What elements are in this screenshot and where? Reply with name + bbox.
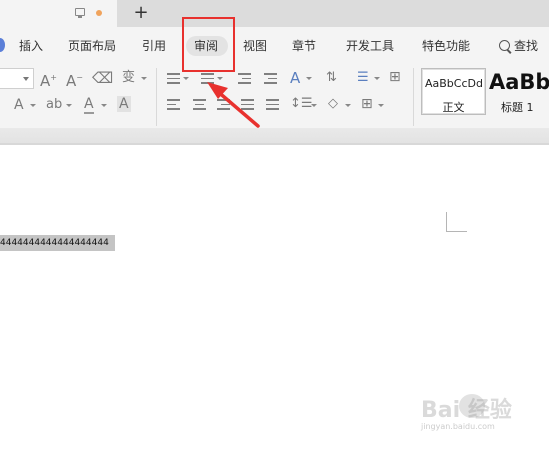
bullet-list-icon[interactable]	[167, 73, 180, 84]
menu-special[interactable]: 特色功能	[422, 38, 470, 54]
chevron-down-icon[interactable]	[183, 77, 189, 80]
chevron-down-icon[interactable]	[30, 104, 36, 107]
chevron-down-icon[interactable]	[374, 77, 380, 80]
chevron-down-icon[interactable]	[311, 104, 317, 107]
menu-developer[interactable]: 开发工具	[346, 38, 394, 54]
title-bar: +	[0, 0, 549, 27]
ribbon-divider	[413, 68, 414, 126]
sort-icon[interactable]: ⇅	[326, 70, 337, 86]
align-left-icon[interactable]	[167, 99, 180, 110]
align-center-icon[interactable]	[193, 99, 206, 110]
shading-fill-icon[interactable]: ◇	[328, 96, 338, 112]
menu-view[interactable]: 视图	[243, 38, 267, 54]
watermark-text: Bai 经验	[421, 398, 512, 423]
document-tab[interactable]	[0, 0, 117, 27]
justify-icon[interactable]	[241, 99, 254, 110]
style-heading1-label: 标题 1	[501, 101, 534, 114]
watermark-url: jingyan.baidu.com	[421, 422, 495, 431]
shrink-font-icon[interactable]: A−	[66, 70, 83, 89]
borders-icon[interactable]: ⊞	[361, 96, 373, 112]
search-icon[interactable]	[499, 40, 510, 51]
ribbon-bottom-shadow	[0, 128, 549, 145]
style-heading1[interactable]: AaBb 标题 1	[487, 68, 549, 115]
paragraph-settings-icon[interactable]: ☰	[357, 70, 369, 86]
selected-text[interactable]: 4444444444444444444	[0, 235, 115, 251]
chevron-down-icon[interactable]	[217, 77, 223, 80]
page-margin-mark	[446, 212, 467, 232]
new-tab-button[interactable]: +	[131, 2, 151, 24]
highlight-color-icon[interactable]: ab	[46, 97, 62, 113]
annotation-highlight-box	[182, 17, 235, 72]
style-normal-sample: AaBbCcDd	[425, 77, 483, 90]
chevron-down-icon[interactable]	[66, 104, 72, 107]
ribbon-divider	[156, 68, 157, 126]
grow-font-icon[interactable]: A+	[40, 70, 57, 89]
menu-search[interactable]: 查找	[514, 38, 538, 54]
numbered-list-icon[interactable]	[201, 73, 214, 84]
menu-section[interactable]: 章节	[292, 38, 316, 54]
font-color-icon[interactable]: A	[84, 96, 94, 114]
style-normal[interactable]: AaBbCcDd 正文	[421, 68, 486, 115]
increase-indent-icon[interactable]	[264, 73, 277, 84]
chevron-down-icon[interactable]	[345, 104, 351, 107]
watermark-logo: Bai 经验 jingyan.baidu.com	[421, 392, 549, 442]
clear-format-icon[interactable]: ⌫	[92, 70, 113, 86]
menu-page-layout[interactable]: 页面布局	[68, 38, 116, 54]
table-grid-icon[interactable]: ⊞	[389, 69, 401, 85]
char-shading-icon[interactable]: A	[117, 96, 131, 112]
chevron-down-icon[interactable]	[101, 104, 107, 107]
text-effect-icon[interactable]: A	[14, 97, 24, 113]
line-spacing-icon[interactable]: ↕☰	[290, 96, 313, 112]
font-size-select[interactable]	[0, 68, 34, 89]
change-case-icon[interactable]: A	[290, 70, 300, 86]
chevron-down-icon[interactable]	[378, 104, 384, 107]
menu-references[interactable]: 引用	[142, 38, 166, 54]
monitor-icon	[75, 8, 85, 18]
chevron-down-icon[interactable]	[306, 77, 312, 80]
phonetic-guide-icon[interactable]: 变	[122, 70, 135, 86]
decrease-indent-icon[interactable]	[238, 73, 251, 84]
align-right-icon[interactable]	[217, 99, 230, 110]
style-heading1-sample: AaBb	[489, 70, 549, 94]
unsaved-dot-icon	[96, 10, 102, 16]
distributed-align-icon[interactable]	[266, 99, 279, 110]
chevron-down-icon[interactable]	[141, 77, 147, 80]
style-normal-label: 正文	[442, 101, 465, 114]
menu-insert[interactable]: 插入	[19, 38, 43, 54]
